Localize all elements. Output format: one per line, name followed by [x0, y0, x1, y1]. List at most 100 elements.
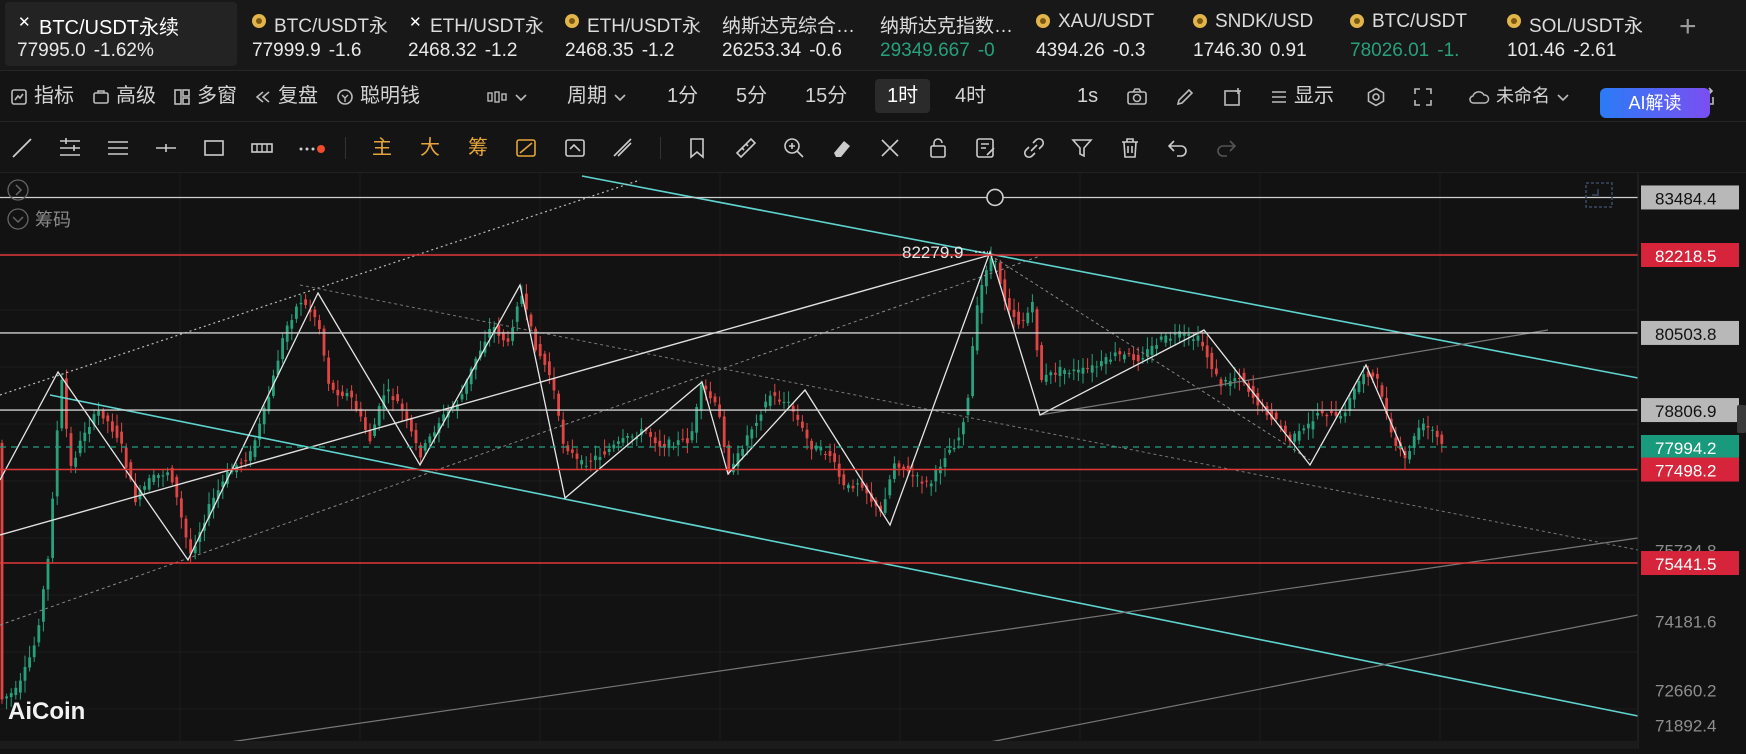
candle-body — [1104, 357, 1108, 364]
candle-body — [42, 589, 45, 622]
ticker-item[interactable]: 纳斯达克指数… 29349.667 -0 — [880, 2, 1030, 66]
tab-1h[interactable]: 1时 — [875, 79, 931, 113]
sync-draw-icon[interactable] — [562, 135, 588, 161]
ruler-icon[interactable] — [733, 135, 759, 161]
ticker-item[interactable]: ETH/USDT永 2468.35 -1.2 — [565, 2, 713, 66]
filter-icon[interactable] — [1069, 135, 1095, 161]
period-dropdown[interactable]: 周期 — [567, 71, 633, 121]
chips-toggle[interactable]: 筹 — [465, 135, 491, 161]
indicator-icon — [11, 88, 27, 105]
tab-1s[interactable]: 1s — [1077, 71, 1098, 121]
rectangle-tool-icon[interactable] — [201, 135, 227, 161]
tab-1m[interactable]: 1分 — [667, 71, 698, 121]
layout-name-dropdown[interactable]: 未命名 — [1468, 71, 1576, 121]
more-tools-icon[interactable] — [297, 135, 325, 161]
candle-body — [704, 385, 708, 390]
lock-icon[interactable] — [925, 135, 951, 161]
candle-body — [184, 518, 188, 538]
smart-money-button[interactable]: 聪明钱 — [336, 71, 420, 121]
multiwin-button[interactable]: 多窗 — [173, 71, 237, 121]
trend-line — [989, 614, 1639, 743]
eraser-icon[interactable] — [829, 135, 855, 161]
candle-body — [345, 393, 349, 397]
candle-body — [267, 397, 271, 412]
candle-body — [1054, 372, 1057, 375]
candle-body — [377, 406, 381, 426]
horizontal-lines-tool-icon[interactable] — [105, 135, 131, 161]
magnet-icon[interactable] — [877, 135, 903, 161]
new-window-button[interactable] — [1223, 71, 1249, 121]
chart-layout-icon[interactable] — [1584, 181, 1614, 214]
candle-body — [566, 445, 570, 452]
ticker-item[interactable]: SOL/USDT永 101.46 -2.61 — [1507, 2, 1667, 66]
candle-body — [1031, 302, 1034, 313]
fullscreen-button[interactable] — [1413, 71, 1439, 121]
measure-tool-icon[interactable] — [610, 135, 636, 161]
parallel-channel-tool-icon[interactable] — [57, 135, 83, 161]
ticker-item[interactable]: BTC/USDT永 77999.9 -1.6 — [252, 2, 400, 66]
ticker-item[interactable]: BTC/USDT 78026.01 -1. — [1350, 2, 1500, 66]
candle-body — [405, 411, 409, 420]
auto-draw-icon[interactable] — [513, 135, 539, 161]
trendline-tool-icon[interactable] — [9, 135, 35, 161]
candle-body — [630, 436, 634, 438]
candle-body — [658, 440, 662, 447]
main-chart-toggle[interactable]: 主 — [369, 135, 395, 161]
candle-body — [1422, 423, 1425, 431]
candle-body — [350, 390, 353, 398]
trash-icon[interactable] — [1117, 135, 1143, 161]
tab-5m[interactable]: 5分 — [736, 71, 767, 121]
advanced-button[interactable]: 高级 — [92, 71, 156, 121]
edit-list-icon[interactable] — [973, 135, 999, 161]
ticker-name: 纳斯达克指数… — [880, 16, 1014, 37]
candle-body — [69, 433, 73, 466]
link-icon[interactable] — [1021, 135, 1047, 161]
collapse-indicator-icon[interactable] — [6, 178, 30, 207]
candle-body — [1348, 398, 1352, 412]
settings-button[interactable] — [1366, 71, 1392, 121]
pattern-tool-icon[interactable] — [249, 135, 275, 161]
candle-body — [580, 460, 583, 465]
undo-icon[interactable] — [1165, 135, 1191, 161]
chips-indicator-label[interactable]: 筹码 — [6, 206, 71, 232]
candle-body — [617, 441, 620, 444]
ticker-item[interactable]: 纳斯达克综合… 26253.34 -0.6 — [722, 2, 872, 66]
tab-4h[interactable]: 4时 — [955, 71, 986, 121]
candle-body — [497, 325, 501, 336]
ticker-item[interactable]: XAU/USDT 4394.26 -0.3 — [1036, 2, 1184, 66]
add-ticker-button[interactable]: + — [1679, 10, 1697, 44]
ai-analysis-button[interactable]: AI解读 — [1600, 88, 1710, 118]
ticker-item[interactable]: ✕ ETH/USDT永 2468.32 -1.2 — [408, 2, 556, 66]
candle-body — [957, 437, 961, 441]
chart-type-button[interactable] — [486, 71, 534, 121]
ticker-item[interactable]: ✕ BTC/USDT永续 77995.0 -1.62% — [5, 2, 237, 66]
candle-body — [1049, 372, 1053, 376]
candle-body — [253, 440, 257, 457]
candle-body — [994, 260, 997, 262]
bookmark-icon[interactable] — [685, 135, 711, 161]
layout-name-label: 未命名 — [1496, 86, 1550, 106]
candle-body — [1201, 341, 1204, 347]
candle-body — [1192, 339, 1195, 341]
redo-icon[interactable] — [1213, 135, 1239, 161]
indicator-button[interactable]: 指标 — [10, 71, 74, 121]
candle-body — [0, 442, 4, 700]
price-chart[interactable]: 77529.075734.874181.672660.271892.483484… — [0, 173, 1746, 749]
chart-canvas[interactable]: 77529.075734.874181.672660.271892.483484… — [0, 173, 1746, 749]
display-button[interactable]: 显示 — [1270, 71, 1334, 121]
zoom-in-icon[interactable] — [781, 135, 807, 161]
replay-button[interactable]: 复盘 — [254, 71, 318, 121]
screenshot-button[interactable] — [1126, 71, 1154, 121]
candle-body — [1205, 345, 1209, 358]
tab-15m[interactable]: 15分 — [805, 71, 847, 121]
big-order-toggle[interactable]: 大 — [417, 135, 443, 161]
candle-body — [152, 474, 156, 483]
ticker-item[interactable]: SNDK/USD 1746.30 0.91 — [1193, 2, 1343, 66]
draw-button[interactable] — [1175, 71, 1201, 121]
grid-icon — [174, 88, 190, 105]
horizontal-ray-tool-icon[interactable] — [153, 135, 179, 161]
candle-body — [1067, 372, 1071, 374]
trend-line — [1039, 329, 1549, 416]
chevron-down-icon — [614, 94, 626, 101]
candle-body — [1164, 335, 1168, 343]
